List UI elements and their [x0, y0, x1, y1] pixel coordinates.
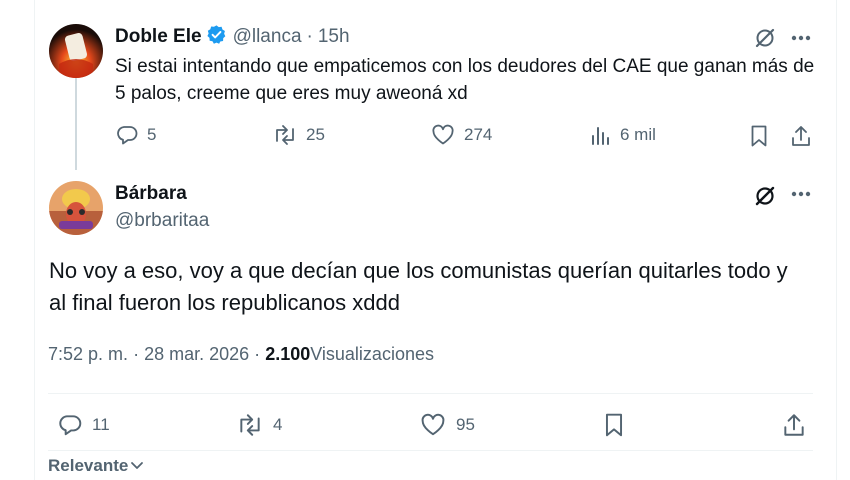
bookmark-button[interactable] — [600, 411, 628, 439]
post-text: Si estai intentando que empaticemos con … — [115, 56, 815, 104]
post-date[interactable]: 28 mar. 2026 — [144, 344, 249, 364]
avatar-doble-ele[interactable] — [49, 24, 103, 78]
author-handle[interactable]: @llanca — [233, 26, 302, 48]
like-button[interactable]: 95 — [418, 412, 475, 438]
analytics-icon — [592, 127, 609, 145]
reply-count: 11 — [92, 415, 110, 434]
like-count: 274 — [464, 125, 493, 144]
divider — [48, 393, 813, 394]
bookmark-icon — [751, 125, 767, 147]
views-label: Visualizaciones — [310, 344, 434, 364]
share-icon — [792, 126, 810, 146]
reply-icon — [117, 126, 138, 145]
divider — [48, 450, 813, 451]
post-metadata: 7:52 p. m. · 28 mar. 2026 · 2.100Visuali… — [48, 344, 434, 365]
avatar-image — [49, 181, 103, 235]
separator-dot: · — [133, 344, 140, 364]
views-count: 2.100 — [265, 344, 311, 364]
repost-count: 25 — [306, 125, 325, 144]
avatar-barbara[interactable] — [49, 181, 103, 235]
repost-button[interactable]: 4 — [235, 412, 282, 438]
more-options-icon[interactable] — [788, 181, 814, 207]
thread-connector-line — [75, 78, 77, 170]
author-handle[interactable]: @brbaritaa — [115, 210, 209, 232]
share-button[interactable] — [788, 123, 814, 149]
chevron-down-icon — [131, 462, 144, 469]
separator-dot: · — [254, 344, 261, 364]
reply-button[interactable]: 11 — [56, 412, 110, 438]
post-time[interactable]: 15h — [318, 26, 350, 48]
views-button[interactable]: 6 mil — [590, 123, 656, 147]
sort-replies-dropdown[interactable]: Relevante — [48, 456, 144, 476]
grok-icon[interactable] — [752, 25, 778, 51]
like-button[interactable]: 274 — [430, 123, 492, 147]
more-options-icon[interactable] — [788, 25, 814, 51]
views-count: 6 mil — [620, 125, 656, 144]
repost-icon — [276, 125, 294, 145]
author-name[interactable]: Bárbara — [115, 183, 187, 205]
share-button[interactable] — [780, 411, 808, 439]
heart-icon — [421, 413, 445, 436]
avatar-image — [49, 24, 103, 78]
repost-icon — [240, 414, 260, 436]
main-post-text: No voy a eso, voy a que decían que los c… — [49, 258, 788, 315]
post-time[interactable]: 7:52 p. m. — [48, 344, 128, 364]
bookmark-icon — [605, 413, 623, 437]
repost-count: 4 — [273, 415, 283, 434]
separator-dot: · — [306, 26, 313, 47]
verified-badge-icon — [206, 24, 227, 50]
grok-icon[interactable] — [752, 183, 778, 209]
share-icon — [784, 414, 804, 436]
reply-icon — [59, 415, 82, 436]
sort-label: Relevante — [48, 456, 129, 475]
reply-button[interactable]: 5 — [115, 123, 156, 147]
author-name[interactable]: Doble Ele — [115, 26, 202, 48]
heart-icon — [432, 124, 454, 145]
bookmark-button[interactable] — [746, 123, 772, 149]
like-count: 95 — [456, 415, 475, 434]
reply-count: 5 — [147, 125, 157, 144]
repost-button[interactable]: 25 — [272, 123, 325, 147]
